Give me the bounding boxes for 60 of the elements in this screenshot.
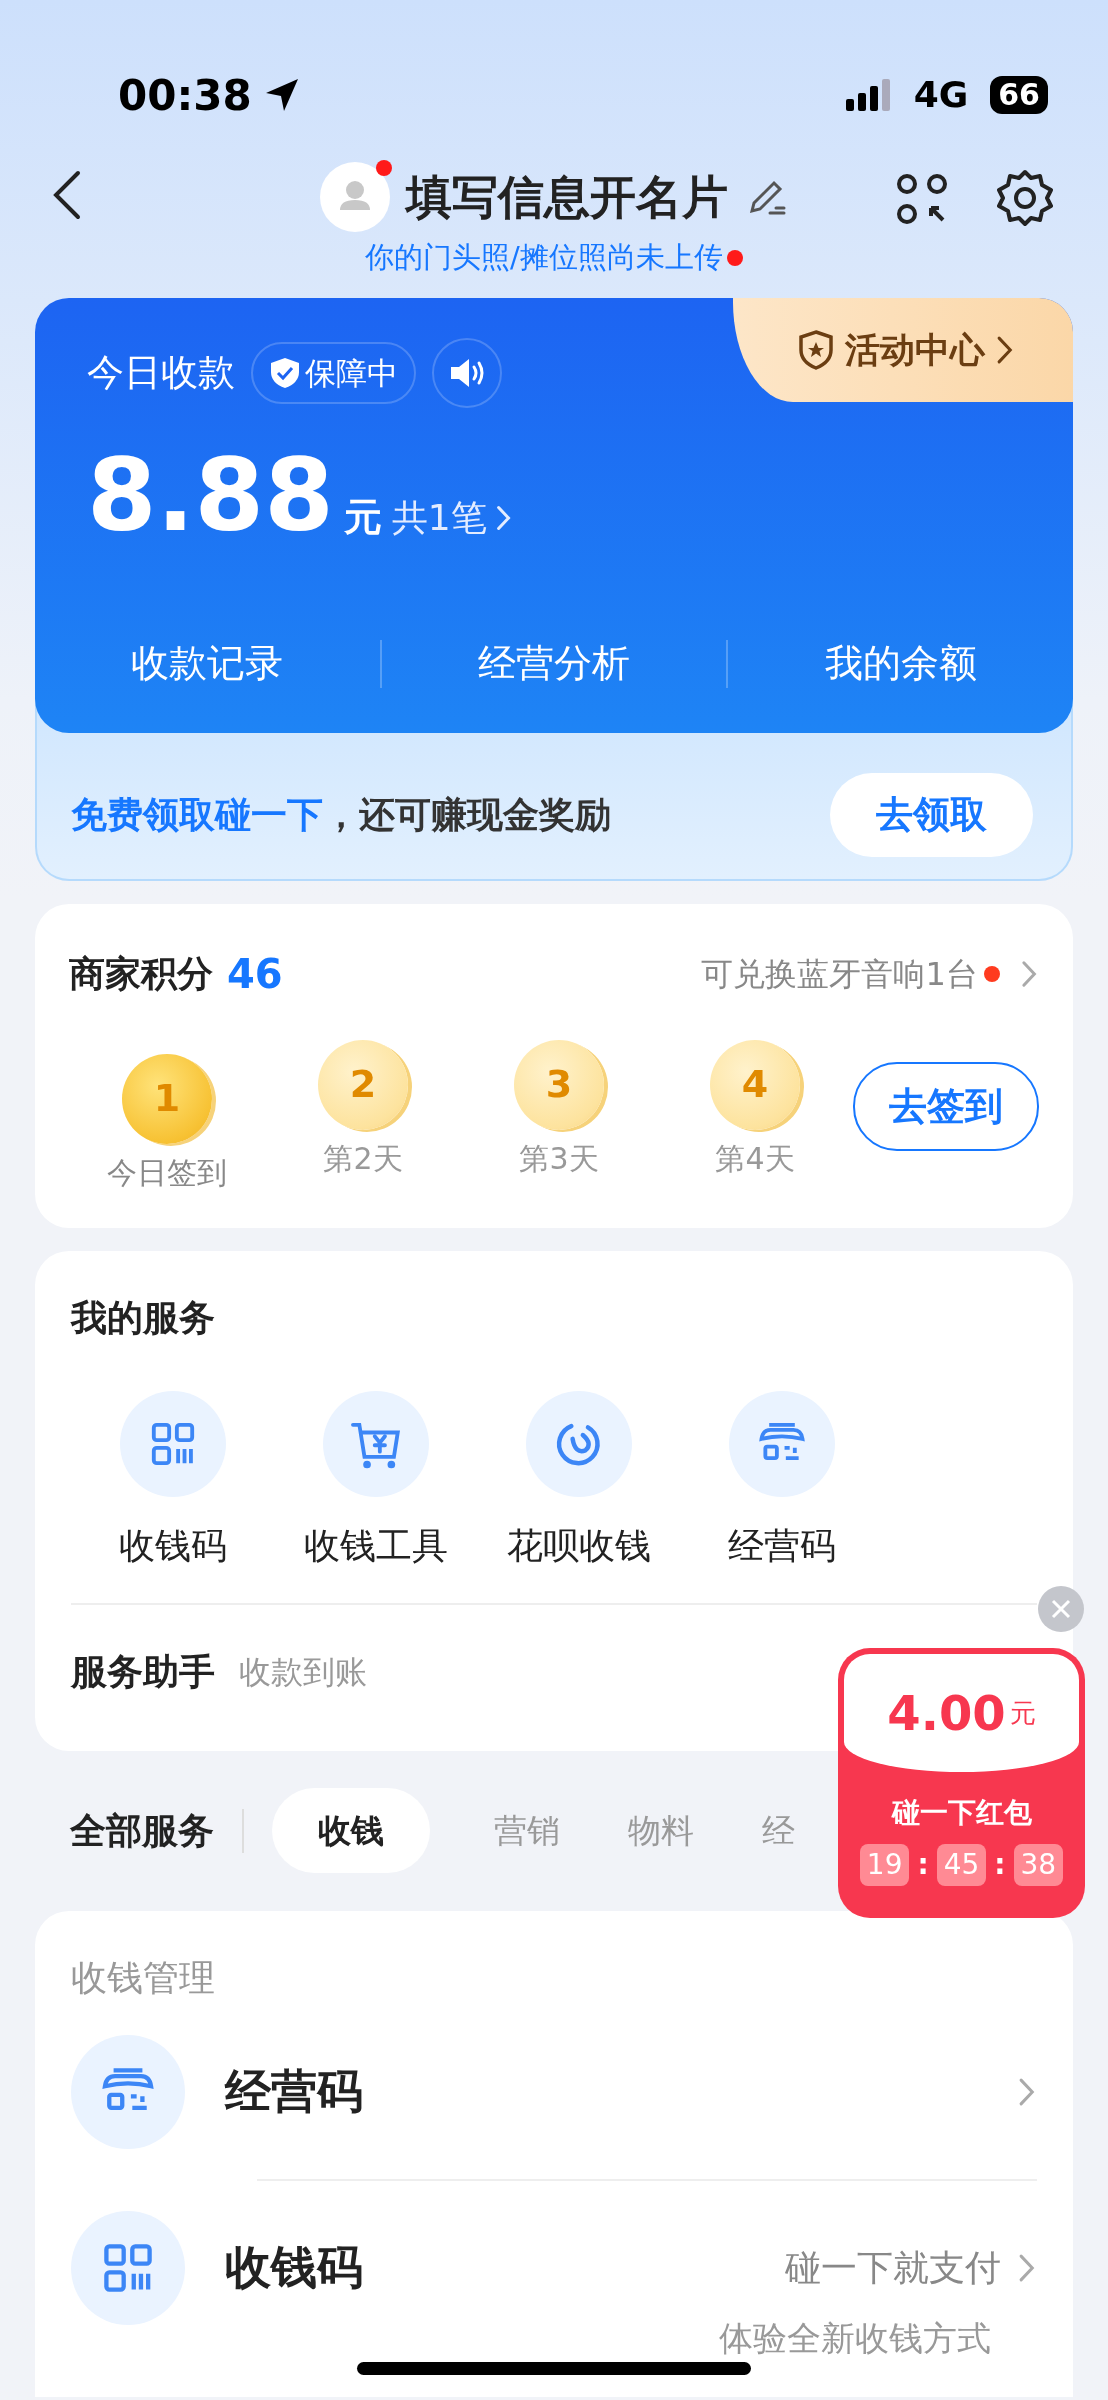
shield-star-icon — [797, 329, 835, 371]
day-coin: 3 — [514, 1039, 604, 1130]
transaction-count[interactable]: 共1笔 — [391, 491, 513, 545]
back-icon — [52, 170, 82, 220]
card-link[interactable]: 我的余额 — [728, 634, 1073, 693]
chevron-right-icon — [494, 503, 513, 533]
promo-highlight: 免费领取碰一下 — [71, 792, 323, 837]
row-subtitle: 体验全新收钱方式 — [719, 2320, 991, 2355]
income-label: 今日收款 — [87, 350, 235, 397]
day-coin: 4 — [710, 1039, 800, 1130]
category-tab[interactable]: 收钱 — [272, 1787, 430, 1874]
service-item[interactable]: 花呗收钱 — [477, 1390, 680, 1573]
card-link[interactable]: 收款记录 — [35, 634, 380, 693]
packet-amount: 4.00 — [887, 1684, 1006, 1743]
service-item[interactable]: 收钱码 — [71, 1390, 274, 1573]
countdown-digits: 45 — [936, 1844, 987, 1886]
day-coin: 2 — [318, 1039, 408, 1130]
category-tab[interactable]: 经 — [758, 1795, 799, 1866]
exchange-hint[interactable]: 可兑换蓝牙音响1台 — [701, 949, 978, 998]
protection-status[interactable]: 保障中 — [251, 341, 416, 405]
clock-time: 00:38 — [118, 69, 252, 122]
claim-button[interactable]: 去领取 — [830, 773, 1033, 857]
day-label: 第2天 — [323, 1139, 403, 1178]
card-link[interactable]: 经营分析 — [381, 634, 727, 693]
promo-text: ，还可赚现金奖励 — [323, 792, 611, 837]
points-value: 46 — [227, 949, 283, 999]
shield-check-icon — [269, 356, 301, 390]
section-title: 收钱管理 — [71, 1955, 216, 2000]
packet-label: 碰一下红包 — [890, 1795, 1033, 1831]
currency-unit: 元 — [343, 494, 382, 541]
countdown-separator: : — [917, 1847, 929, 1883]
service-item[interactable]: 收钱工具 — [274, 1390, 477, 1573]
income-amount: 8.88 — [87, 446, 334, 546]
category-tab[interactable]: 营销 — [490, 1795, 564, 1866]
day-coin: 1 — [122, 1053, 212, 1144]
section-title: 我的服务 — [71, 1295, 216, 1340]
currency-unit: 元 — [1009, 1696, 1036, 1730]
countdown-separator: : — [994, 1847, 1006, 1883]
day-label: 今日签到 — [107, 1153, 227, 1192]
upload-reminder[interactable]: 你的门头照/摊位照尚未上传 — [365, 236, 723, 280]
sound-toggle[interactable] — [432, 338, 502, 408]
page-title: 填写信息开名片 — [406, 168, 728, 226]
service-row[interactable]: 经营码 — [71, 2004, 1037, 2179]
points-title: 商家积分 — [69, 951, 213, 996]
service-item[interactable]: 经营码 — [680, 1390, 883, 1573]
scan-icon[interactable] — [895, 172, 949, 226]
day-label: 第3天 — [519, 1139, 599, 1178]
assistant-text: 收款到账 — [239, 1651, 367, 1693]
battery-level: 66 — [990, 76, 1048, 114]
countdown-digits: 19 — [859, 1844, 910, 1886]
assistant-title: 服务助手 — [71, 1649, 215, 1694]
close-icon — [1050, 1598, 1072, 1620]
countdown-digits: 38 — [1013, 1844, 1064, 1886]
section-title: 全部服务 — [70, 1808, 214, 1853]
day-label: 第4天 — [715, 1139, 795, 1178]
category-tab[interactable]: 物料 — [624, 1795, 698, 1866]
network-type: 4G — [913, 73, 969, 117]
check-in-button[interactable]: 去签到 — [853, 1061, 1039, 1151]
settings-icon[interactable] — [995, 168, 1055, 228]
activity-center-button[interactable]: 活动中心 — [733, 298, 1073, 402]
